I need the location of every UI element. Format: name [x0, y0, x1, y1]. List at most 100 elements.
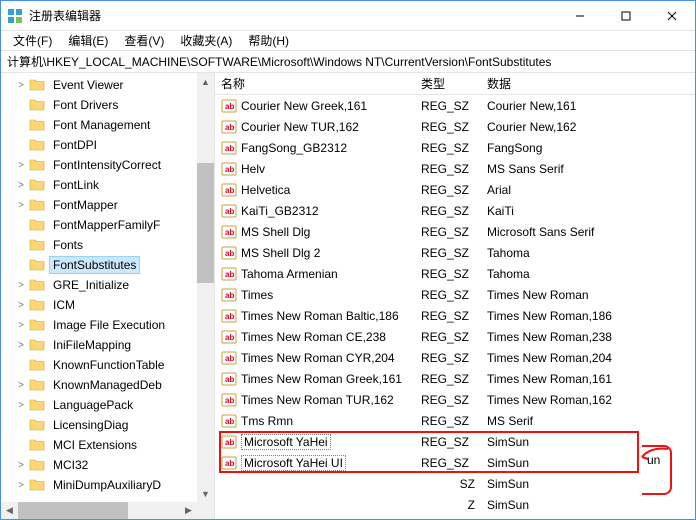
value-row[interactable]: abHelvREG_SZMS Sans Serif: [215, 158, 695, 179]
scroll-thumb-horizontal[interactable]: [18, 502, 128, 519]
tree-item[interactable]: LicensingDiag: [15, 415, 214, 435]
titlebar[interactable]: 注册表编辑器: [1, 1, 695, 31]
tree-item[interactable]: Font Management: [15, 115, 214, 135]
value-row[interactable]: abTimes New Roman CYR,204REG_SZTimes New…: [215, 347, 695, 368]
value-row[interactable]: abTms RmnREG_SZMS Serif: [215, 410, 695, 431]
value-row[interactable]: abCourier New TUR,162REG_SZCourier New,1…: [215, 116, 695, 137]
value-name[interactable]: Microsoft YaHei UI: [241, 455, 346, 471]
address-bar[interactable]: 计算机\HKEY_LOCAL_MACHINE\SOFTWARE\Microsof…: [1, 51, 695, 73]
value-row[interactable]: abFangSong_GB2312REG_SZFangSong: [215, 137, 695, 158]
svg-text:ab: ab: [225, 186, 234, 195]
tree-item[interactable]: >Event Viewer: [15, 75, 214, 95]
value-name-cell: abFangSong_GB2312: [215, 140, 415, 156]
value-row[interactable]: abCourier New Greek,161REG_SZCourier New…: [215, 95, 695, 116]
expand-icon[interactable]: >: [15, 480, 27, 491]
folder-icon: [29, 438, 45, 452]
value-row[interactable]: ZSimSun: [215, 494, 695, 515]
expand-icon[interactable]: >: [15, 300, 27, 311]
column-name[interactable]: 名称: [215, 75, 415, 92]
expand-icon[interactable]: >: [15, 200, 27, 211]
tree-item[interactable]: FontSubstitutes: [15, 255, 214, 275]
expand-icon[interactable]: >: [15, 280, 27, 291]
tree-item[interactable]: >MCI32: [15, 455, 214, 475]
menu-help[interactable]: 帮助(H): [240, 30, 297, 51]
value-row[interactable]: abTimes New Roman Greek,161REG_SZTimes N…: [215, 368, 695, 389]
value-row[interactable]: abKaiTi_GB2312REG_SZKaiTi: [215, 200, 695, 221]
scroll-up-button[interactable]: ▲: [197, 73, 214, 90]
folder-icon: [29, 298, 45, 312]
tree-item[interactable]: >MiniDumpAuxiliaryD: [15, 475, 214, 495]
value-data: SimSun: [481, 435, 695, 449]
column-headers: 名称 类型 数据: [215, 73, 695, 95]
value-row[interactable]: abTahoma ArmenianREG_SZTahoma: [215, 263, 695, 284]
tree-item[interactable]: >FontMapper: [15, 195, 214, 215]
expand-icon[interactable]: >: [15, 320, 27, 331]
expand-icon[interactable]: >: [15, 340, 27, 351]
value-type: REG_SZ: [415, 393, 481, 407]
tree-item[interactable]: >ICM: [15, 295, 214, 315]
expand-icon[interactable]: >: [15, 180, 27, 191]
value-data: Times New Roman,238: [481, 330, 695, 344]
tree-item-label: IniFileMapping: [49, 336, 135, 354]
scroll-thumb-vertical[interactable]: [197, 163, 214, 283]
expand-icon[interactable]: >: [15, 460, 27, 471]
value-row[interactable]: abTimes New Roman TUR,162REG_SZTimes New…: [215, 389, 695, 410]
value-name[interactable]: Microsoft YaHei: [241, 434, 331, 450]
value-name: MS Shell Dlg: [241, 225, 310, 239]
expand-icon[interactable]: >: [15, 380, 27, 391]
minimize-button[interactable]: [557, 1, 603, 30]
menu-view[interactable]: 查看(V): [116, 30, 172, 51]
value-row[interactable]: abMicrosoft YaHei UIREG_SZSimSun: [215, 452, 695, 473]
value-row[interactable]: abHelveticaREG_SZArial: [215, 179, 695, 200]
tree-item[interactable]: >FontLink: [15, 175, 214, 195]
value-name: KaiTi_GB2312: [241, 204, 319, 218]
scroll-down-button[interactable]: ▼: [197, 485, 214, 502]
scroll-left-button[interactable]: ◀: [1, 502, 18, 519]
tree-item[interactable]: Fonts: [15, 235, 214, 255]
menu-edit[interactable]: 编辑(E): [60, 30, 116, 51]
value-row[interactable]: abTimesREG_SZTimes New Roman: [215, 284, 695, 305]
tree-item[interactable]: MCI Extensions: [15, 435, 214, 455]
tree-item[interactable]: Font Drivers: [15, 95, 214, 115]
tree-item[interactable]: > KnownManagedDeb: [15, 375, 214, 395]
menu-favorites[interactable]: 收藏夹(A): [172, 30, 240, 51]
svg-text:ab: ab: [225, 354, 234, 363]
value-name-cell: abMicrosoft YaHei UI: [215, 455, 415, 471]
value-row[interactable]: abTimes New Roman Baltic,186REG_SZTimes …: [215, 305, 695, 326]
value-row[interactable]: SZSimSun: [215, 473, 695, 494]
column-data[interactable]: 数据: [481, 75, 695, 92]
column-type[interactable]: 类型: [415, 75, 481, 92]
value-row[interactable]: abMS Shell DlgREG_SZMicrosoft Sans Serif: [215, 221, 695, 242]
value-row[interactable]: abTimes New Roman CE,238REG_SZTimes New …: [215, 326, 695, 347]
value-row[interactable]: abMicrosoft YaHeiREG_SZSimSun: [215, 431, 695, 452]
expand-icon[interactable]: >: [15, 400, 27, 411]
tree-item[interactable]: >FontIntensityCorrect: [15, 155, 214, 175]
expand-icon[interactable]: >: [15, 160, 27, 171]
value-row[interactable]: abMS Shell Dlg 2REG_SZTahoma: [215, 242, 695, 263]
tree-item[interactable]: >LanguagePack: [15, 395, 214, 415]
maximize-button[interactable]: [603, 1, 649, 30]
tree-item-label: KnownManagedDeb: [49, 376, 166, 394]
close-button[interactable]: [649, 1, 695, 30]
tree-item[interactable]: KnownFunctionTable: [15, 355, 214, 375]
scroll-right-button[interactable]: ▶: [180, 502, 197, 519]
value-type: REG_SZ: [415, 120, 481, 134]
tree-item[interactable]: >Image File Execution: [15, 315, 214, 335]
tree-scrollbar-vertical[interactable]: ▲ ▼: [197, 73, 214, 502]
menu-file[interactable]: 文件(F): [5, 30, 60, 51]
expand-icon[interactable]: >: [15, 80, 27, 91]
svg-text:ab: ab: [225, 207, 234, 216]
tree-scrollbar-horizontal[interactable]: ◀ ▶: [1, 502, 197, 519]
value-data: SimSun: [481, 456, 695, 470]
value-type: REG_SZ: [415, 183, 481, 197]
tree-item[interactable]: FontMapperFamilyF: [15, 215, 214, 235]
svg-text:ab: ab: [225, 249, 234, 258]
tree-item[interactable]: FontDPI: [15, 135, 214, 155]
value-name-cell: abTimes New Roman TUR,162: [215, 392, 415, 408]
tree-item[interactable]: >GRE_Initialize: [15, 275, 214, 295]
value-type: REG_SZ: [415, 414, 481, 428]
folder-icon: [29, 338, 45, 352]
tree-pane[interactable]: >Event ViewerFont DriversFont Management…: [1, 73, 215, 519]
tree-item[interactable]: > IniFileMapping: [15, 335, 214, 355]
list-pane[interactable]: 名称 类型 数据 un abCourier New Greek,161REG_S…: [215, 73, 695, 519]
